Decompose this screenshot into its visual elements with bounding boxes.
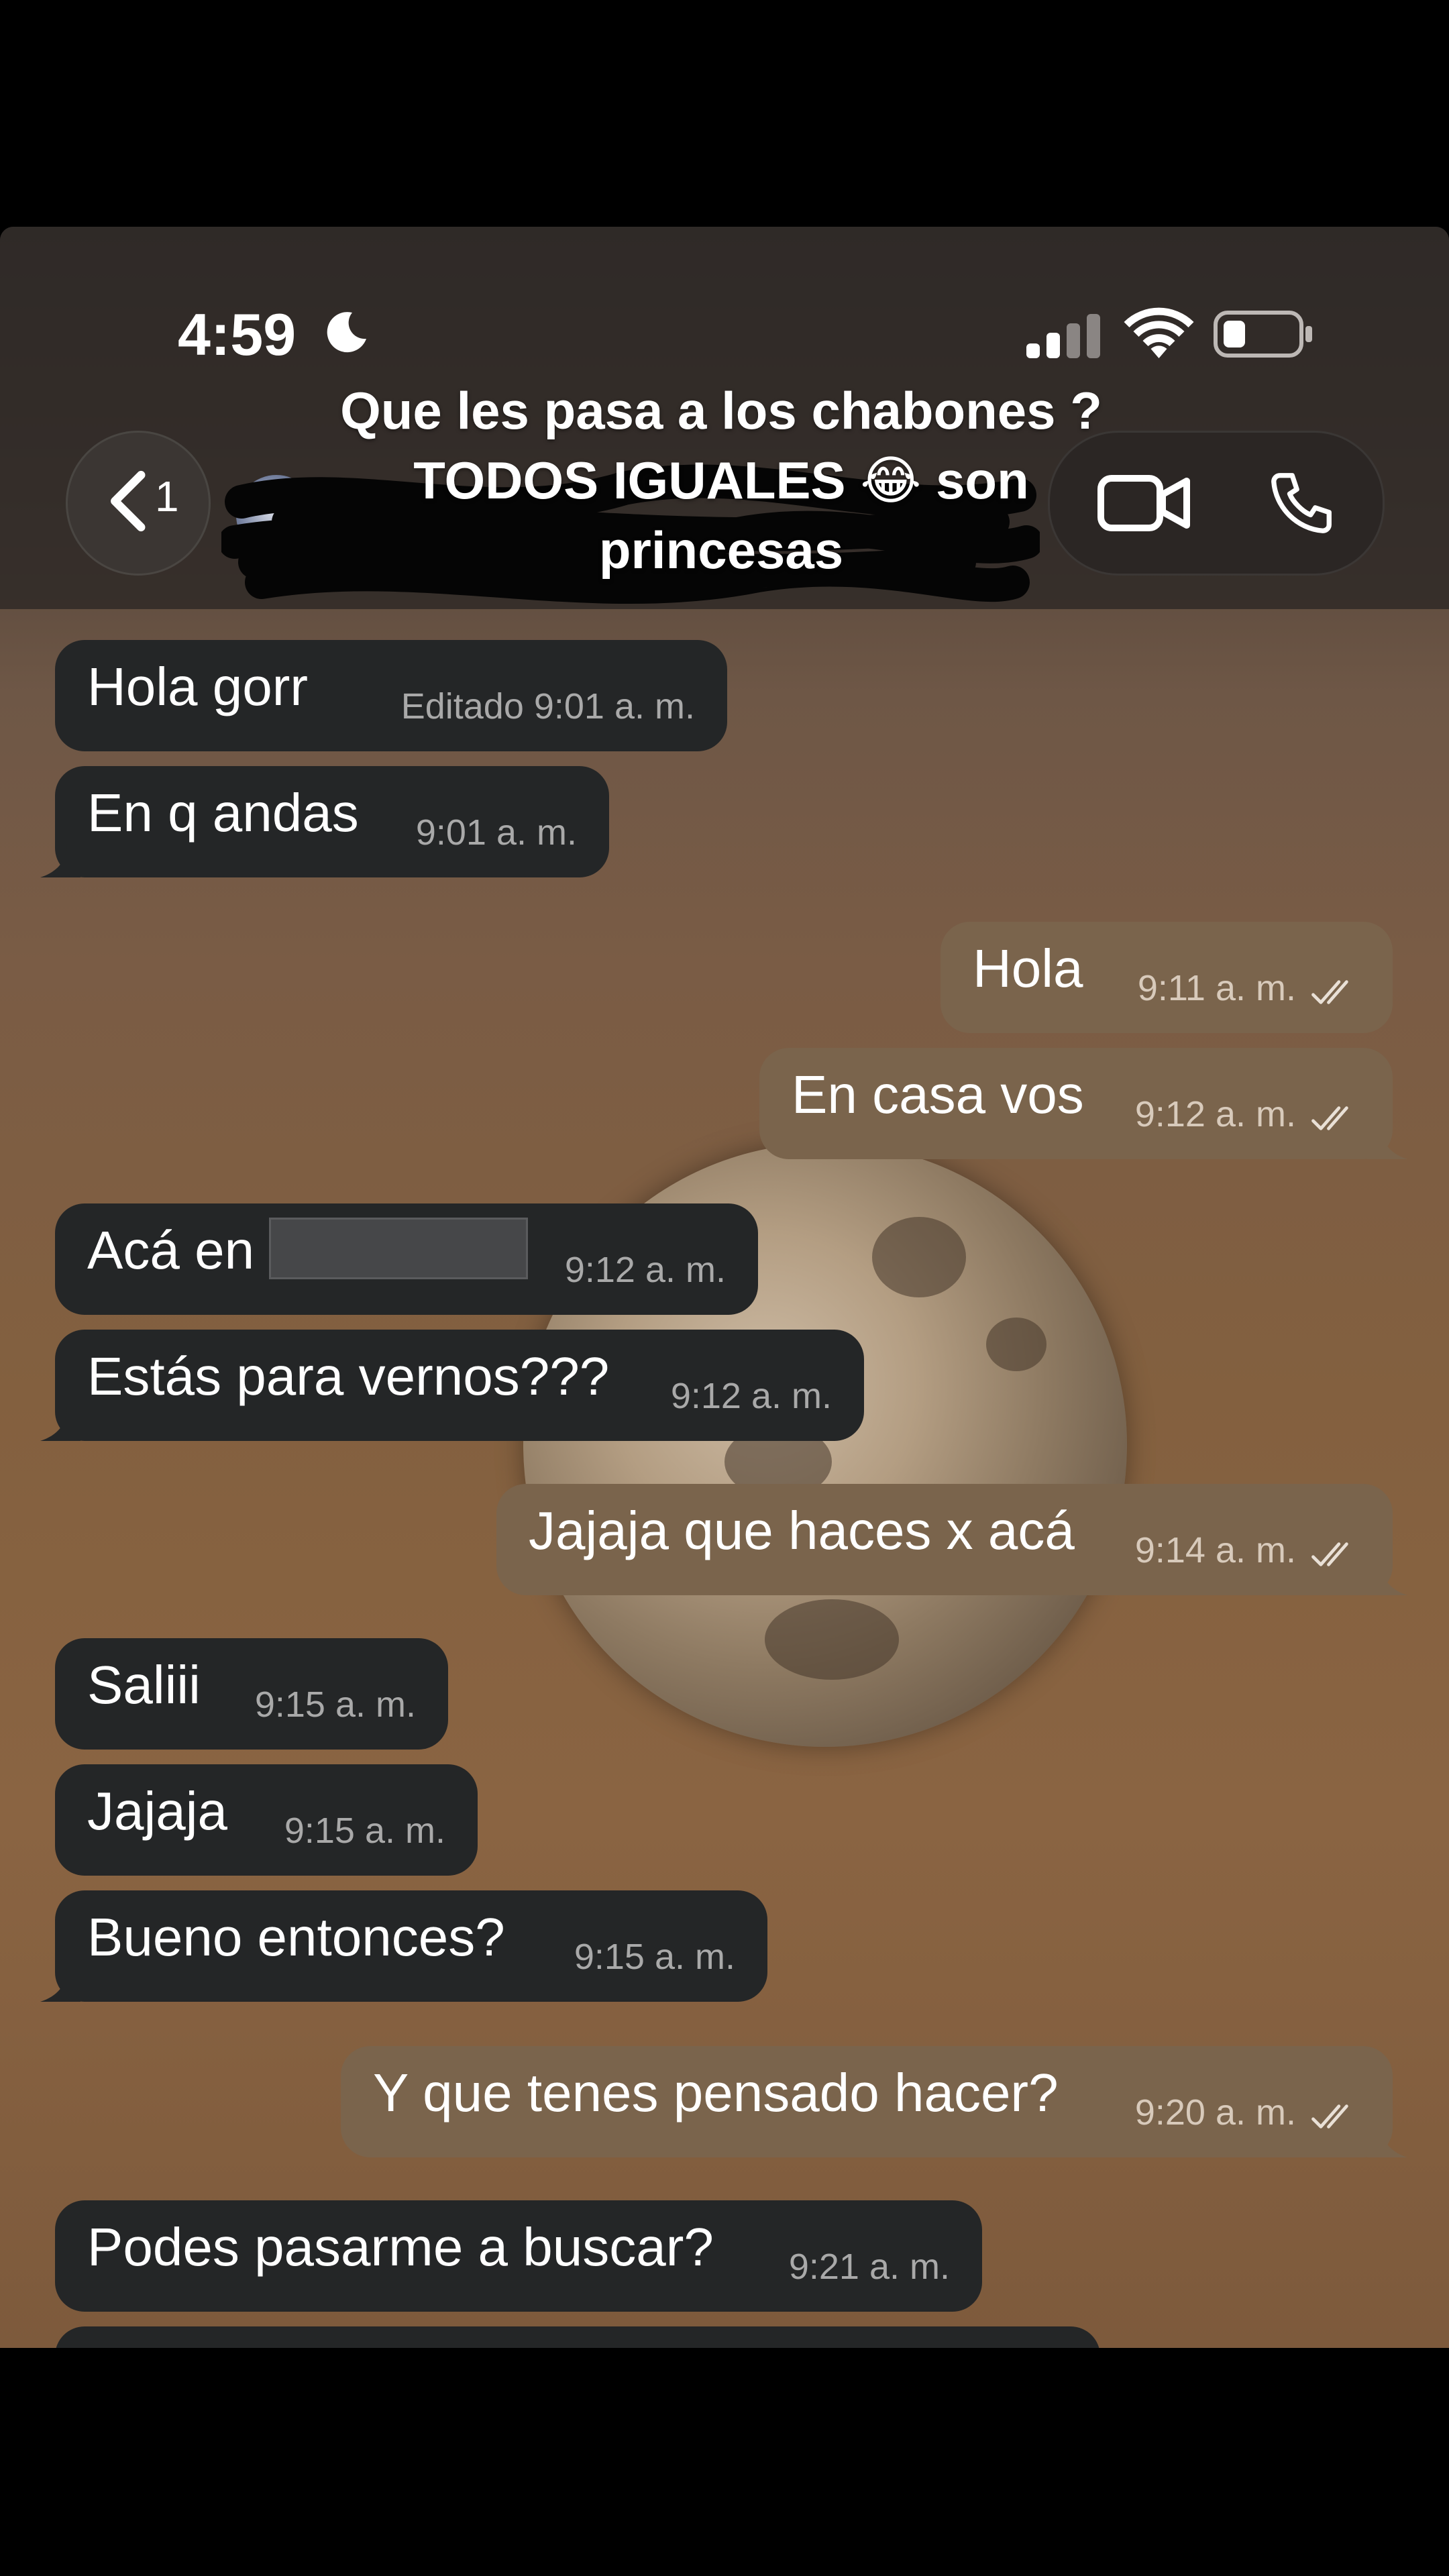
message-time: 9:20 a. m. — [1134, 2092, 1296, 2133]
message-time: 9:14 a. m. — [1134, 1530, 1296, 1570]
message-text: Hola gorr — [87, 657, 309, 716]
message-time: 9:15 a. m. — [284, 1811, 445, 1851]
message-bubble[interactable]: Estás para vernos??? 9:12 a. m. — [40, 1330, 864, 1441]
chat-screen: 4:59 1 Que les pasa a los chabones ? TOD… — [0, 227, 1449, 2348]
read-receipt-icon — [1311, 1542, 1348, 1566]
bubble-tail — [40, 844, 80, 877]
bubble-tail — [1367, 2124, 1407, 2157]
message-text: Jajaja que haces x acá — [529, 1501, 1075, 1560]
message-text: Estás para vernos??? — [87, 1346, 610, 1406]
message-time: 9:11 a. m. — [1137, 968, 1296, 1008]
chat-title[interactable]: Que les pasa a los chabones ? TODOS IGUA… — [309, 376, 1134, 585]
moon-icon — [327, 312, 366, 353]
message-bubble-partial[interactable] — [55, 2326, 1100, 2348]
redacted-block — [269, 1217, 529, 1279]
read-receipt-icon — [1311, 2104, 1348, 2129]
message-bubble[interactable]: Y que tenes pensado hacer? 9:20 a. m. — [341, 2046, 1407, 2157]
call-buttons — [1048, 431, 1385, 576]
bubble-tail — [40, 1968, 80, 2002]
read-receipt-icon — [1311, 980, 1348, 1004]
message-bubble[interactable]: Hola gorr Editado 9:01 a. m. — [55, 640, 727, 751]
signal-icon — [1026, 314, 1100, 358]
message-time: 9:15 a. m. — [574, 1937, 735, 1977]
message-time: Editado 9:01 a. m. — [400, 686, 695, 727]
message-text: Podes pasarme a buscar? — [87, 2217, 714, 2277]
battery-icon — [1214, 311, 1312, 358]
message-bubble[interactable]: Acá en 9:12 a. m. — [55, 1203, 758, 1315]
back-button[interactable]: 1 — [66, 431, 211, 576]
message-bubble[interactable]: Saliii 9:15 a. m. — [55, 1638, 448, 1750]
message-time: 9:01 a. m. — [415, 812, 577, 853]
bubble-tail — [1367, 1562, 1407, 1595]
message-time: 9:12 a. m. — [1134, 1094, 1296, 1134]
message-text: Hola — [973, 938, 1083, 998]
bubble-tail — [1367, 1126, 1407, 1159]
message-bubble[interactable]: En casa vos 9:12 a. m. — [759, 1048, 1407, 1159]
message-text: Saliii — [87, 1655, 201, 1715]
status-time: 4:59 — [178, 301, 297, 368]
message-text: Acá en — [87, 1220, 255, 1280]
message-bubble[interactable]: Bueno entonces? 9:15 a. m. — [40, 1890, 767, 2002]
message-bubble[interactable]: Hola 9:11 a. m. — [941, 922, 1393, 1033]
message-bubble[interactable]: Jajaja que haces x acá 9:14 a. m. — [496, 1484, 1407, 1595]
message-time: 9:15 a. m. — [254, 1684, 416, 1725]
phone-call-icon[interactable] — [1265, 466, 1338, 540]
message-bubble[interactable]: Podes pasarme a buscar? 9:21 a. m. — [55, 2200, 982, 2312]
message-text: Y que tenes pensado hacer? — [373, 2063, 1059, 2123]
chat-header: 4:59 1 Que les pasa a los chabones ? TOD… — [0, 227, 1449, 609]
message-time: 9:21 a. m. — [788, 2247, 950, 2287]
message-time: 9:12 a. m. — [564, 1250, 726, 1290]
video-call-icon[interactable] — [1097, 473, 1191, 533]
message-bubble[interactable]: En q andas 9:01 a. m. — [40, 766, 609, 877]
message-text: Jajaja — [87, 1781, 228, 1841]
message-bubble[interactable]: Jajaja 9:15 a. m. — [55, 1764, 478, 1876]
message-text: En q andas — [87, 783, 359, 843]
message-text: Bueno entonces? — [87, 1907, 505, 1967]
message-text: En casa vos — [792, 1065, 1084, 1124]
unread-count: 1 — [155, 472, 179, 521]
read-receipt-icon — [1311, 1106, 1348, 1130]
wifi-icon — [1124, 307, 1194, 358]
back-chevron-icon — [111, 470, 146, 532]
bubble-tail — [40, 1407, 80, 1441]
message-time: 9:12 a. m. — [670, 1376, 832, 1416]
